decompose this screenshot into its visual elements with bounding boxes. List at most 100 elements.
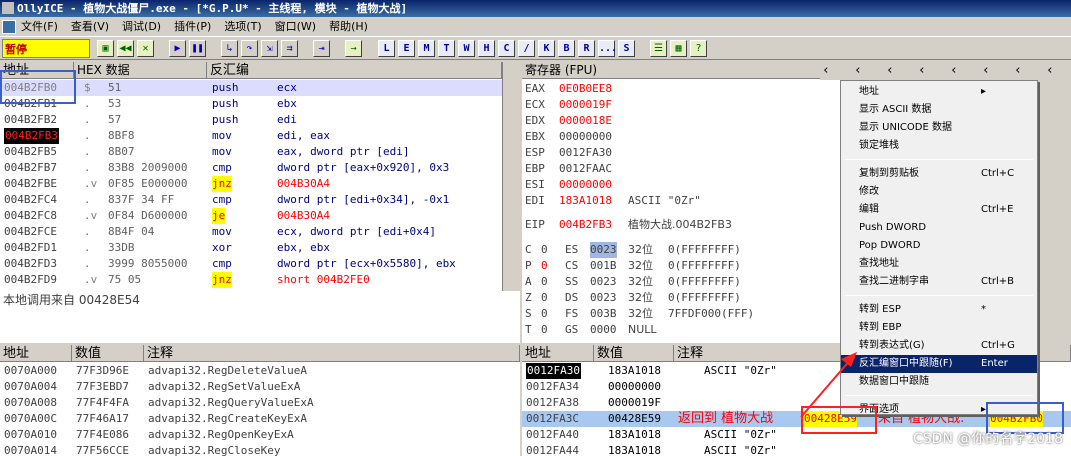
dump-row[interactable]: 0070A004 77F3EBD7 advapi32.RegSetValueExA: [0, 379, 520, 395]
options-icon[interactable]: ▦: [670, 40, 687, 57]
toolbar-btn-k[interactable]: K: [538, 40, 555, 57]
disassembly-scrollbar[interactable]: [502, 62, 520, 291]
menu-debug[interactable]: 调试(D): [122, 20, 161, 33]
toolbar-btn-e[interactable]: E: [398, 40, 415, 57]
open-icon[interactable]: ▣: [97, 40, 114, 57]
flag-row[interactable]: Z 0 DS 0023 32位 0(FFFFFFFF): [522, 290, 840, 306]
disasm-row[interactable]: 004B2FB7. 83B8 2009000 cmp dword ptr [eax+0…: [0, 160, 502, 176]
stack-header-value[interactable]: 数值: [594, 345, 674, 362]
register-row[interactable]: ESP 0012FA30: [522, 145, 840, 161]
menu-plugins[interactable]: 插件(P): [174, 20, 211, 33]
disasm-row[interactable]: 004B2FD1. 33DB xor ebx, ebx: [0, 240, 502, 256]
trace-into-icon[interactable]: ⇲: [261, 40, 278, 57]
restart-icon[interactable]: ◀◀: [117, 40, 134, 57]
disasm-row[interactable]: 004B2FD9 .v 75 05 jnz short 004B2FE0: [0, 272, 502, 288]
disasm-row[interactable]: 004B2FB3. 8BF8 mov edi, eax: [0, 128, 502, 144]
help-icon[interactable]: ?: [690, 40, 707, 57]
dump-pane[interactable]: 地址 数值 注释 0070A000 77F3D96E advapi32.RegDel…: [0, 345, 520, 456]
context-menu-item[interactable]: 反汇编窗口中跟随(F) Enter: [841, 355, 1037, 373]
collapse-arrow-icon[interactable]: ‹: [822, 62, 830, 79]
toolbar-btn-r[interactable]: R: [578, 40, 595, 57]
toolbar-btn-m[interactable]: M: [418, 40, 435, 57]
disasm-row[interactable]: 004B2FCE. 8B4F 04 mov ecx, dword ptr [edi+0…: [0, 224, 502, 240]
toolbar-btn-b[interactable]: B: [558, 40, 575, 57]
context-menu-item[interactable]: 地址 ▸: [841, 83, 1037, 101]
menu-view[interactable]: 查看(V): [71, 20, 109, 33]
toolbar-btn-slash[interactable]: /: [518, 40, 535, 57]
collapse-arrow-icon[interactable]: ‹: [854, 62, 862, 79]
context-menu-item[interactable]: 修改: [841, 183, 1037, 201]
register-row[interactable]: ECX 0000019F: [522, 97, 840, 113]
disassembly-pane[interactable]: 地址 HEX 数据 反汇编 004B2FB0 $51 push ecx 004B2FB1…: [0, 62, 520, 291]
register-row[interactable]: EBX 00000000: [522, 129, 840, 145]
register-row[interactable]: EDX 0000018E: [522, 113, 840, 129]
toolbar-btn-ellipsis[interactable]: ...: [598, 40, 617, 57]
register-row[interactable]: ESI 00000000: [522, 177, 840, 193]
context-menu-item[interactable]: 编辑 Ctrl+E: [841, 201, 1037, 219]
registers-pane[interactable]: 寄存器 (FPU) EAX 0E0B0EE8 ECX 0000019F EDX 00000…: [522, 62, 840, 343]
disasm-row[interactable]: 004B2FD3. 3999 8055000 cmp dword ptr [ecx+0…: [0, 256, 502, 272]
flag-row[interactable]: S 0 FS 003B 32位 7FFDF000(FFF): [522, 306, 840, 322]
flag-row[interactable]: P 0 CS 001B 32位 0(FFFFFFFF): [522, 258, 840, 274]
disasm-row[interactable]: 004B2FC8 .v 0F84 D600000 je 004B30A4: [0, 208, 502, 224]
dump-row[interactable]: 0070A014 77F56CCE advapi32.RegCloseKey: [0, 443, 520, 456]
dump-header-value[interactable]: 数值: [72, 345, 144, 362]
col-header-disasm[interactable]: 反汇编: [207, 62, 502, 79]
col-header-hex[interactable]: HEX 数据: [74, 62, 207, 79]
menu-window[interactable]: 窗口(W): [275, 20, 316, 33]
dump-row[interactable]: 0070A000 77F3D96E advapi32.RegDeleteValueA: [0, 363, 520, 379]
goto-icon[interactable]: →: [345, 40, 362, 57]
context-menu-item[interactable]: 数据窗口中跟随: [841, 373, 1037, 391]
register-row[interactable]: EAX 0E0B0EE8: [522, 81, 840, 97]
dump-row[interactable]: 0070A00C 77F46A17 advapi32.RegCreateKeyExA: [0, 411, 520, 427]
context-menu-item[interactable]: 复制到剪贴板 Ctrl+C: [841, 165, 1037, 183]
flag-row[interactable]: C 0 ES 0023 32位 0(FFFFFFFF): [522, 242, 840, 258]
step-into-icon[interactable]: ↳: [221, 40, 238, 57]
step-over-icon[interactable]: ↷: [241, 40, 258, 57]
execute-till-return-icon[interactable]: ⇥: [313, 40, 330, 57]
dump-row[interactable]: 0070A010 77F4E086 advapi32.RegOpenKeyExA: [0, 427, 520, 443]
flag-row[interactable]: A 0 SS 0023 32位 0(FFFFFFFF): [522, 274, 840, 290]
disasm-row[interactable]: 004B2FBE .v 0F85 E000000 jnz 004B30A4: [0, 176, 502, 192]
stack-context-menu[interactable]: 地址 ▸ 显示 ASCII 数据 显示 UNICODE 数据 锁定堆栈复制到剪贴板 Ctr…: [840, 80, 1038, 415]
context-menu-item[interactable]: 查找地址: [841, 255, 1037, 273]
context-menu-item[interactable]: 显示 ASCII 数据: [841, 101, 1037, 119]
menu-help[interactable]: 帮助(H): [329, 20, 368, 33]
context-menu-item[interactable]: 转到 ESP *: [841, 301, 1037, 319]
cpu-window-icon[interactable]: [2, 20, 16, 34]
pause-icon[interactable]: ❚❚: [189, 40, 206, 57]
collapse-arrow-icon[interactable]: ‹: [886, 62, 894, 79]
collapse-arrow-icon[interactable]: ‹: [950, 62, 958, 79]
registers-header[interactable]: 寄存器 (FPU): [522, 62, 840, 79]
collapse-arrow-icon[interactable]: ‹: [1046, 62, 1054, 79]
toolbar-btn-w[interactable]: W: [458, 40, 475, 57]
context-menu-item[interactable]: Pop DWORD: [841, 237, 1037, 255]
dump-header-address[interactable]: 地址: [0, 345, 72, 362]
collapse-arrow-icon[interactable]: ‹: [982, 62, 990, 79]
toolbar-btn-c[interactable]: C: [498, 40, 515, 57]
toolbar-btn-s[interactable]: S: [618, 40, 635, 57]
stack-header-address[interactable]: 地址: [522, 345, 594, 362]
close-icon[interactable]: ✕: [137, 40, 154, 57]
trace-over-icon[interactable]: ⇉: [281, 40, 298, 57]
dump-header-comment[interactable]: 注释: [144, 345, 520, 362]
menu-file[interactable]: 文件(F): [21, 20, 58, 33]
toolbar-btn-t[interactable]: T: [438, 40, 455, 57]
list-icon[interactable]: ☰: [650, 40, 667, 57]
eip-row[interactable]: EIP 004B2FB3 植物大战.004B2FB3: [522, 217, 840, 233]
toolbar-btn-h[interactable]: H: [478, 40, 495, 57]
collapse-arrow-icon[interactable]: ‹: [918, 62, 926, 79]
flag-row[interactable]: T 0 GS 0000 NULL: [522, 322, 840, 338]
context-menu-item[interactable]: 锁定堆栈: [841, 137, 1037, 155]
register-row[interactable]: EDI 183A1018 ASCII "0Zr": [522, 193, 840, 209]
context-menu-item[interactable]: 查找二进制字串 Ctrl+B: [841, 273, 1037, 291]
context-menu-item[interactable]: 转到表达式(G) Ctrl+G: [841, 337, 1037, 355]
register-row[interactable]: EBP 0012FAAC: [522, 161, 840, 177]
run-icon[interactable]: ▶: [169, 40, 186, 57]
disasm-row[interactable]: 004B2FC4. 837F 34 FF cmp dword ptr [edi+0x3…: [0, 192, 502, 208]
context-menu-item[interactable]: 显示 UNICODE 数据: [841, 119, 1037, 137]
menu-options[interactable]: 选项(T): [224, 20, 261, 33]
disasm-row[interactable]: 004B2FB2. 57 push edi: [0, 112, 502, 128]
dump-row[interactable]: 0070A008 77F4F4FA advapi32.RegQueryValueEx…: [0, 395, 520, 411]
context-menu-item[interactable]: 转到 EBP: [841, 319, 1037, 337]
